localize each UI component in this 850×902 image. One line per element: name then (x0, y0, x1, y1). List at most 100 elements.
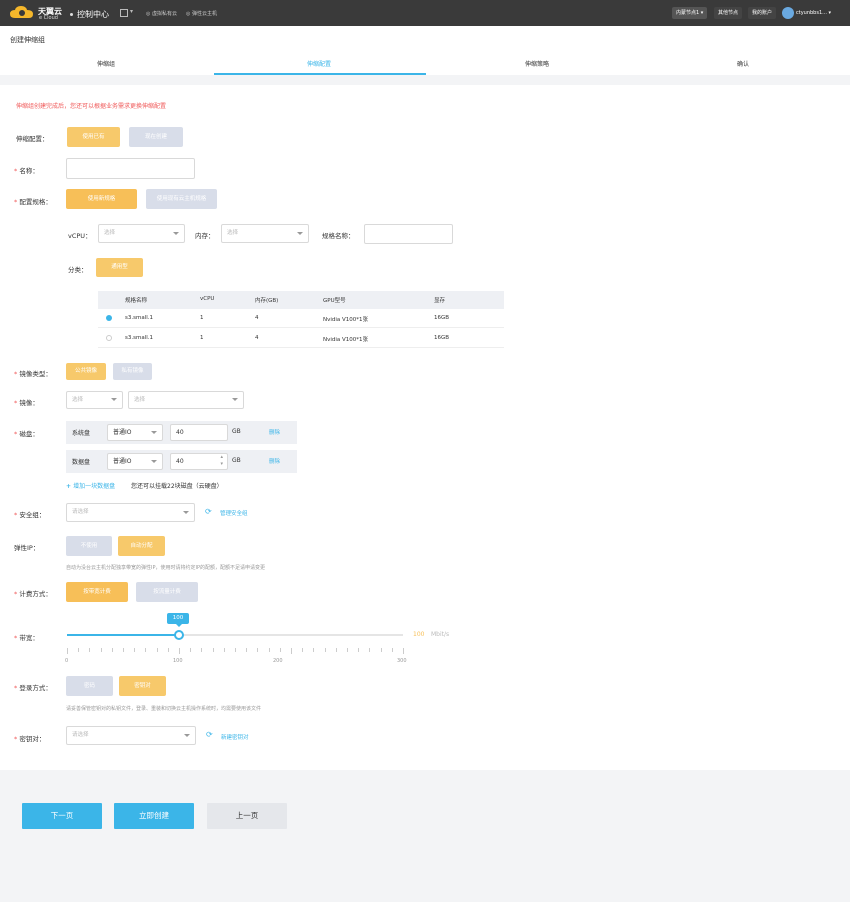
user-name: ctyunbbs1... (796, 10, 827, 16)
next-page-button[interactable]: 下一页 (22, 803, 102, 829)
tick-label: 300 (397, 658, 407, 664)
cell-spec-name: s3.small.1 (125, 315, 154, 321)
other-nodes-link[interactable]: 其他节点 (714, 7, 743, 19)
data-disk-size-stepper[interactable]: 40 ▴ ▾ (170, 453, 228, 470)
scale-tick (279, 648, 281, 652)
scale-tick (358, 648, 360, 652)
console-link[interactable]: 控制中心 (77, 9, 109, 20)
category-general-button[interactable]: 通用型 (96, 258, 143, 277)
new-keypair-link[interactable]: 新建密钥对 (221, 733, 249, 741)
login-keypair-button[interactable]: 密钥对 (119, 676, 166, 696)
scale-tick (380, 648, 382, 652)
bill-by-traffic-button[interactable]: 按流量计费 (136, 582, 198, 602)
scale-tick (190, 648, 192, 652)
billing-label: 计费方式： (14, 588, 52, 598)
eip-none-button[interactable]: 不使用 (66, 536, 112, 556)
scale-tick (223, 648, 225, 652)
image-os-select[interactable]: 选择 (66, 391, 123, 409)
bandwidth-scale (67, 648, 404, 654)
use-existing-button[interactable]: 使用已有 (67, 127, 120, 147)
nav-vpc-label: 虚拟私有云 (151, 11, 177, 17)
scale-tick (134, 648, 136, 652)
brand-sub: e Cloud (39, 15, 58, 21)
vcpu-select[interactable]: 选择 (98, 224, 185, 243)
name-input[interactable] (66, 158, 195, 179)
stepper-arrows-icon[interactable]: ▴ ▾ (220, 454, 223, 468)
spec-label: 配置规格： (14, 196, 52, 206)
cell-memory: 4 (255, 335, 259, 341)
scale-tick (403, 648, 404, 654)
manage-security-group-link[interactable]: 管理安全组 (220, 509, 248, 517)
step-scaling-policy[interactable]: 伸缩策略 (525, 59, 549, 68)
bill-by-bandwidth-button[interactable]: 按带宽计费 (66, 582, 128, 602)
chevron-down-icon (151, 431, 157, 434)
eip-auto-button[interactable]: 自动分配 (118, 536, 165, 556)
use-existing-spec-button[interactable]: 使用现有云主机规格 (146, 189, 217, 209)
scale-tick (347, 648, 348, 652)
node-label: 内蒙节点1 (676, 10, 700, 16)
account-link[interactable]: 我的账户 (748, 7, 777, 19)
data-disk-delete-link[interactable]: 删除 (269, 457, 280, 465)
chevron-down-icon (183, 510, 189, 514)
radio-selected[interactable] (106, 315, 112, 321)
bandwidth-slider-thumb[interactable] (174, 630, 184, 640)
scale-tick (111, 648, 113, 652)
nav-ecs[interactable]: ◎ 弹性云主机 (186, 10, 217, 17)
radio-unselected[interactable] (106, 335, 112, 341)
login-password-button[interactable]: 密码 (66, 676, 113, 696)
cell-vcpu: 1 (200, 335, 204, 341)
data-disk-size-value: 40 (176, 458, 184, 465)
create-now-button[interactable]: 立即创建 (114, 803, 194, 829)
system-disk-delete-link[interactable]: 删除 (269, 428, 280, 436)
keypair-select[interactable]: 请选择 (66, 726, 196, 745)
nav-vpc[interactable]: ◎ 虚拟私有云 (146, 10, 177, 17)
memory-select[interactable]: 选择 (221, 224, 309, 243)
nav-ecs-label: 弹性云主机 (191, 11, 217, 17)
bandwidth-tooltip: 100 (167, 613, 189, 624)
image-version-select[interactable]: 选择 (128, 391, 244, 409)
add-data-disk-link[interactable]: + 增加一块数据盘 (66, 481, 115, 490)
chevron-down-icon (111, 398, 117, 401)
image-label: 镜像： (14, 397, 39, 407)
bandwidth-label: 带宽： (14, 632, 39, 642)
scale-tick (369, 648, 371, 652)
vcpu-label: vCPU： (68, 232, 92, 240)
scale-tick (179, 648, 180, 654)
spec-name-label: 规格名称： (322, 232, 355, 240)
spec-name-input[interactable] (364, 224, 453, 244)
security-group-select[interactable]: 请选择 (66, 503, 195, 522)
step-scaling-group[interactable]: 伸缩组 (97, 59, 115, 68)
avatar[interactable] (782, 7, 794, 19)
disk-quota-hint: 您还可以挂载22块磁盘（云硬盘） (131, 483, 223, 490)
step-confirm[interactable]: 确认 (737, 59, 749, 68)
create-now-button[interactable]: 现在创建 (129, 127, 183, 147)
public-image-button[interactable]: 公共镜像 (66, 363, 106, 380)
scale-tick (313, 648, 315, 652)
step-scaling-config[interactable]: 伸缩配置 (307, 59, 331, 68)
previous-page-button[interactable]: 上一页 (207, 803, 287, 829)
col-memory: 内存(GB) (255, 298, 279, 304)
grid-menu-icon[interactable] (120, 9, 128, 17)
system-disk-type-select[interactable]: 普通IO (107, 424, 163, 441)
data-disk-label: 数据盘 (72, 459, 91, 466)
image-version-placeholder: 选择 (134, 397, 146, 403)
scale-tick (257, 648, 259, 652)
node-selector[interactable]: 内蒙节点1 ▾ (672, 7, 708, 19)
system-disk-label: 系统盘 (72, 430, 91, 437)
user-menu[interactable]: ctyunbbs1... ▾ (796, 10, 831, 16)
login-label: 登录方式： (14, 682, 52, 692)
data-disk-type-select[interactable]: 普通IO (107, 453, 163, 470)
notice-text: 伸缩组创建完成后，您还可以根据业务需求更换伸缩配置 (16, 103, 167, 110)
system-disk-size-input[interactable]: 40 (170, 424, 228, 441)
scale-tick (324, 648, 326, 652)
keypair-placeholder: 请选择 (72, 732, 89, 738)
use-new-spec-button[interactable]: 使用新规格 (66, 189, 137, 209)
private-image-button[interactable]: 私有镜像 (113, 363, 152, 380)
footer-area (0, 770, 850, 902)
keypair-label: 密钥对： (14, 733, 45, 743)
refresh-icon[interactable]: ⟳ (205, 507, 212, 516)
refresh-icon[interactable]: ⟳ (206, 730, 213, 739)
steps-bar-background (0, 75, 850, 85)
scale-tick (268, 648, 270, 652)
cell-memory: 4 (255, 315, 259, 321)
